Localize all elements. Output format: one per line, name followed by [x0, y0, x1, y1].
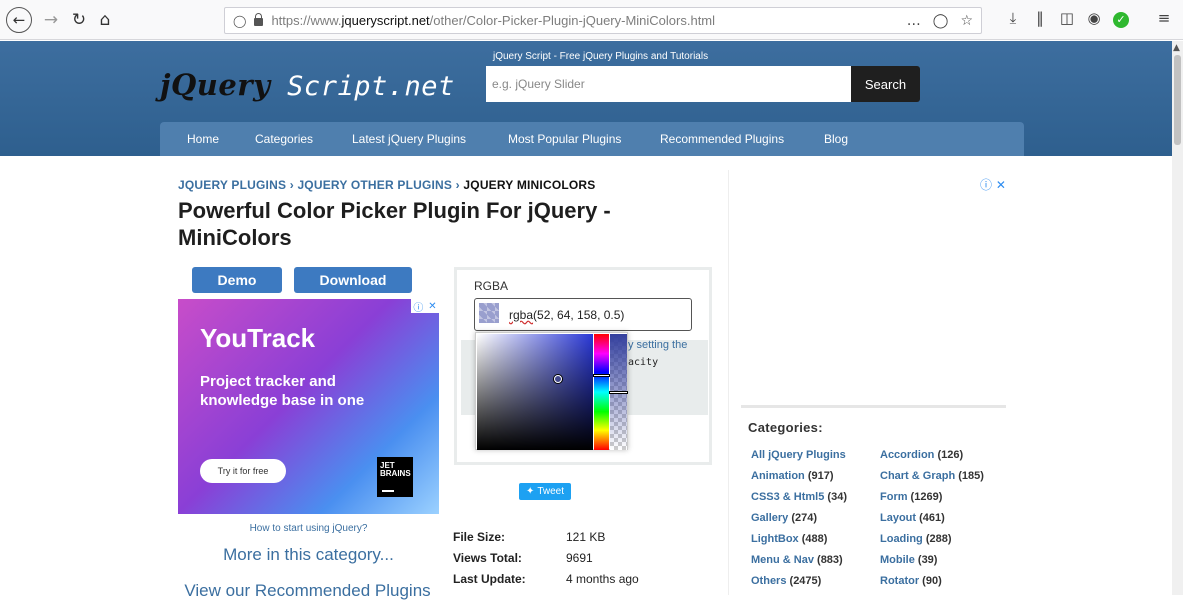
search-input[interactable] [486, 66, 852, 102]
url-text[interactable]: https://www.jqueryscript.net/other/Color… [271, 13, 715, 28]
account-icon[interactable]: ◉ [1084, 9, 1104, 27]
ad-brand: YouTrack [200, 323, 316, 353]
bookmark-star-icon[interactable]: ☆ [960, 13, 973, 29]
nav-popular-plugins[interactable]: Most Popular Plugins [508, 132, 621, 146]
breadcrumb: JQUERY PLUGINS › JQUERY OTHER PLUGINS › … [178, 178, 596, 192]
search-button[interactable]: Search [851, 66, 920, 102]
site-logo[interactable]: jQuery Script.net [160, 68, 455, 102]
extension-check-icon[interactable]: ✓ [1113, 12, 1129, 28]
saturation-grid[interactable] [477, 334, 593, 450]
demo-button[interactable]: Demo [192, 267, 282, 293]
category-link[interactable]: Chart & Graph (185) [880, 470, 984, 482]
category-link[interactable]: LightBox (488) [751, 533, 827, 545]
category-link[interactable]: Menu & Nav (883) [751, 554, 843, 566]
more-in-category-link[interactable]: More in this category... [178, 545, 439, 565]
recommended-plugins-link[interactable]: View our Recommended Plugins [170, 581, 445, 601]
back-icon[interactable]: ← [6, 7, 32, 33]
jetbrains-logo: JET BRAINS [377, 457, 413, 497]
category-link[interactable]: Animation (917) [751, 470, 834, 482]
ad-tagline: Project tracker and knowledge base in on… [200, 373, 365, 409]
ad-close-icon[interactable]: ✕ [428, 301, 436, 312]
picker-label: RGBA [474, 279, 509, 293]
sidebar-icon[interactable]: ◫ [1057, 9, 1077, 27]
category-link[interactable]: Rotator (90) [880, 575, 942, 587]
category-link[interactable]: All jQuery Plugins [751, 449, 846, 461]
ad-choices[interactable]: ⓘ ✕ [411, 299, 439, 314]
category-link[interactable]: Gallery (274) [751, 512, 817, 524]
lock-icon[interactable] [254, 12, 264, 26]
category-link[interactable]: CSS3 & Html5 (34) [751, 491, 847, 503]
download-icon[interactable]: ⤓ [1003, 9, 1023, 27]
picker-hint: y setting the acity [628, 339, 688, 368]
category-link[interactable]: Accordion (126) [880, 449, 963, 461]
sidebar-ad-choices[interactable]: ⓘ ✕ [980, 176, 1006, 193]
nav-latest-plugins[interactable]: Latest jQuery Plugins [352, 132, 466, 146]
site-tagline: jQuery Script - Free jQuery Plugins and … [493, 51, 709, 62]
nav-recommended-plugins[interactable]: Recommended Plugins [660, 132, 784, 146]
breadcrumb-item[interactable]: JQUERY OTHER PLUGINS [297, 178, 452, 192]
opacity-marker[interactable] [609, 391, 628, 394]
nav-categories[interactable]: Categories [255, 132, 313, 146]
scroll-up-icon[interactable]: ▲ [1173, 43, 1180, 53]
main-nav: Home Categories Latest jQuery Plugins Mo… [160, 122, 1024, 156]
tweet-button[interactable]: ✦ Tweet [519, 483, 571, 500]
youtrack-ad[interactable]: YouTrack Project tracker and knowledge b… [178, 299, 439, 514]
library-icon[interactable]: ‖ [1030, 9, 1050, 27]
breadcrumb-item[interactable]: JQUERY PLUGINS [178, 178, 286, 192]
shield-icon[interactable]: ◯ [233, 14, 246, 28]
minicolors-dropdown [475, 332, 628, 450]
rgba-color-input[interactable]: rgba(52, 64, 158, 0.5) [474, 298, 692, 331]
nav-blog[interactable]: Blog [824, 132, 848, 146]
download-button[interactable]: Download [294, 267, 412, 293]
sidebar-divider [741, 405, 1006, 408]
home-icon[interactable]: ⌂ [92, 7, 118, 33]
hue-slider[interactable] [593, 334, 610, 450]
category-link[interactable]: Form (1269) [880, 491, 942, 503]
breadcrumb-current: JQUERY MINICOLORS [463, 178, 596, 192]
menu-icon[interactable]: ≡ [1154, 9, 1174, 27]
page-title: Powerful Color Picker Plugin For jQuery … [178, 198, 611, 250]
opacity-slider[interactable] [609, 334, 628, 450]
hue-marker[interactable] [593, 374, 610, 377]
forward-icon[interactable]: → [38, 7, 64, 33]
ad-info-icon[interactable]: ⓘ [413, 299, 423, 314]
page-scrollbar[interactable]: ▲ [1172, 41, 1183, 595]
category-link[interactable]: Mobile (39) [880, 554, 937, 566]
address-bar[interactable]: ◯ https://www.jqueryscript.net/other/Col… [224, 7, 982, 34]
pocket-icon[interactable]: ◯ [933, 13, 949, 29]
categories-heading: Categories: [748, 420, 823, 435]
category-link[interactable]: Loading (288) [880, 533, 952, 545]
ad-cta-button[interactable]: Try it for free [200, 459, 286, 483]
category-link[interactable]: Layout (461) [880, 512, 945, 524]
grid-cursor[interactable] [554, 375, 562, 383]
scrollbar-thumb[interactable] [1174, 55, 1181, 145]
how-to-jquery-link[interactable]: How to start using jQuery? [178, 523, 439, 534]
page-actions-icon[interactable]: … [907, 13, 921, 29]
color-swatch[interactable] [479, 303, 499, 323]
reload-icon[interactable]: ↻ [66, 7, 92, 33]
color-value[interactable]: rgba(52, 64, 158, 0.5) [509, 308, 624, 322]
twitter-bird-icon: ✦ [525, 486, 535, 497]
browser-toolbar: ← → ↻ ⌂ ◯ https://www.jqueryscript.net/o… [0, 0, 1183, 40]
category-link[interactable]: Others (2475) [751, 575, 821, 587]
nav-home[interactable]: Home [187, 132, 219, 146]
